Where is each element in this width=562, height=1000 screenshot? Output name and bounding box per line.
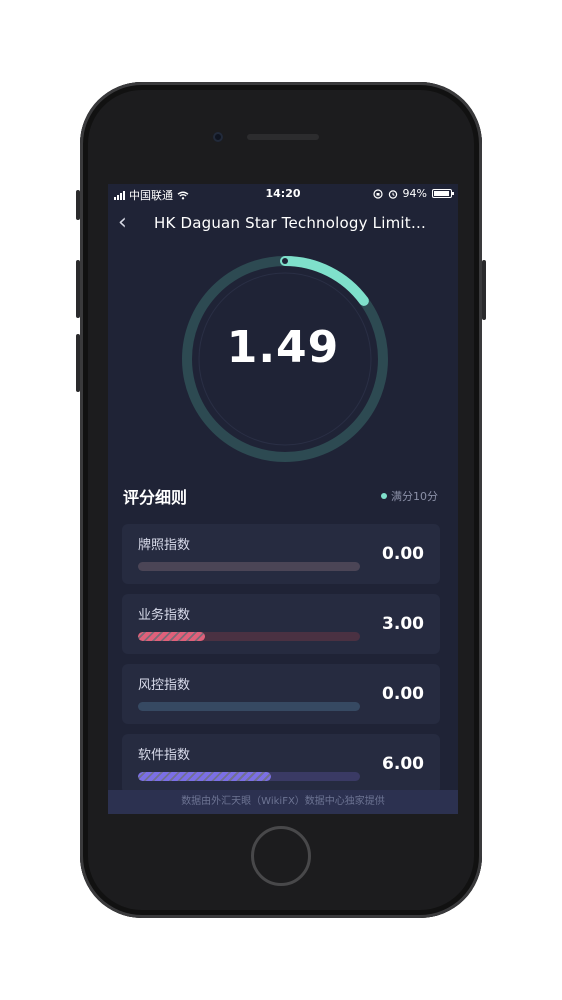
orientation-lock-icon xyxy=(372,188,383,199)
earpiece-speaker xyxy=(247,134,319,140)
alarm-icon xyxy=(388,189,397,199)
silent-switch xyxy=(76,190,80,220)
legend-dot xyxy=(381,493,387,499)
metric-fill xyxy=(138,772,272,781)
metric-value: 6.00 xyxy=(382,754,424,774)
volume-down-button xyxy=(76,334,80,392)
phone-frame: 中国联通 14:20 94% ‹ HK Daguan Star Technolo… xyxy=(76,82,486,918)
metric-fill xyxy=(138,632,205,641)
metric-card-license: 牌照指数 0.00 xyxy=(122,524,440,584)
battery-percent: 94% xyxy=(402,187,427,200)
status-bar: 中国联通 14:20 94% xyxy=(108,184,458,204)
metric-track xyxy=(138,632,360,641)
metric-card-business: 业务指数 3.00 xyxy=(122,594,440,654)
home-button[interactable] xyxy=(251,826,311,886)
metric-label: 软件指数 xyxy=(138,748,191,763)
metric-track xyxy=(138,562,360,571)
metric-label: 牌照指数 xyxy=(138,538,191,553)
full-score-note: 满分10分 xyxy=(381,488,438,504)
page-title: HK Daguan Star Technology Limite... xyxy=(154,214,434,232)
metric-track xyxy=(138,772,360,781)
power-button xyxy=(482,260,486,320)
full-score-label: 满分10分 xyxy=(391,490,438,503)
chevron-left-icon[interactable]: ‹ xyxy=(118,210,127,235)
front-camera xyxy=(213,132,223,142)
gauge-start-marker xyxy=(282,258,288,264)
rating-score: 1.49 xyxy=(226,322,340,373)
volume-up-button xyxy=(76,260,80,318)
metric-label: 业务指数 xyxy=(138,608,191,623)
metric-value: 0.00 xyxy=(382,544,424,564)
metric-card-software: 软件指数 6.00 xyxy=(122,734,440,794)
data-source-footer: 数据由外汇天眼（WikiFX）数据中心独家提供 xyxy=(108,790,458,814)
app-screen: 中国联通 14:20 94% ‹ HK Daguan Star Technolo… xyxy=(108,184,458,814)
battery-icon xyxy=(432,189,454,198)
metric-value: 3.00 xyxy=(382,614,424,634)
metric-track xyxy=(138,702,360,711)
metric-value: 0.00 xyxy=(382,684,424,704)
gauge-progress xyxy=(280,256,369,306)
section-title: 评分细则 xyxy=(123,488,188,507)
metric-card-risk: 风控指数 0.00 xyxy=(122,664,440,724)
navigation-bar: ‹ HK Daguan Star Technology Limite... xyxy=(108,208,458,240)
metric-label: 风控指数 xyxy=(138,678,191,693)
